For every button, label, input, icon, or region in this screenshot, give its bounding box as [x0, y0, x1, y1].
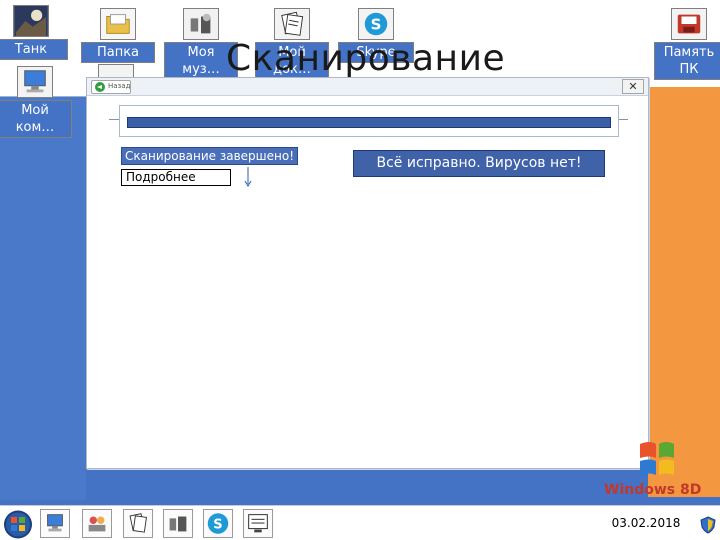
- taskbar-documents-button[interactable]: [123, 509, 153, 538]
- desktop-icon-label: Танк: [0, 39, 68, 60]
- desktop-icon-folder[interactable]: Папка: [81, 8, 155, 63]
- details-button[interactable]: Подробнее: [121, 169, 231, 186]
- back-button[interactable]: Назад: [91, 80, 131, 94]
- folder-icon: [100, 8, 136, 40]
- skype-icon: S: [358, 8, 394, 40]
- windows-brand-text: Windows 8D: [604, 482, 702, 498]
- documents-icon: [274, 8, 310, 40]
- left-connector: [109, 119, 119, 120]
- desktop-icon-label: Память ПК: [654, 42, 720, 80]
- svg-text:S: S: [213, 518, 222, 533]
- hidden-desktop-icon: [98, 64, 134, 78]
- start-button[interactable]: [2, 509, 34, 540]
- computer-icon: [17, 66, 53, 98]
- back-arrow-icon: [95, 82, 105, 92]
- music-icon: [183, 8, 219, 40]
- taskbar-music-button[interactable]: [163, 509, 193, 538]
- shield-icon[interactable]: [700, 516, 716, 534]
- scan-result: Всё исправно. Вирусов нет!: [353, 150, 605, 177]
- scan-window: Назад ✕ Сканирование завершено! Подробне…: [86, 77, 649, 469]
- window-icon: [248, 514, 268, 533]
- svg-text:S: S: [371, 16, 382, 34]
- music-icon: [169, 516, 187, 532]
- desktop-icon-computer[interactable]: Мой ком…: [0, 66, 72, 138]
- taskbar-skype-button[interactable]: S: [203, 509, 233, 538]
- documents-icon: [129, 513, 147, 533]
- taskbar: S 03.02.2018: [0, 505, 720, 540]
- tank-icon: [13, 5, 49, 37]
- desktop-icon-tank[interactable]: Танк: [0, 5, 68, 60]
- taskbar-window-button[interactable]: [243, 509, 273, 538]
- scan-status: Сканирование завершено!: [121, 147, 299, 165]
- window-titlebar: Назад ✕: [87, 78, 648, 96]
- computer-icon: [47, 514, 63, 532]
- people-icon: [88, 516, 106, 532]
- taskbar-computer-button[interactable]: [40, 509, 70, 538]
- right-connector: [618, 119, 628, 120]
- page-title: Сканирование: [226, 38, 506, 79]
- desktop-icon-memory[interactable]: Память ПК: [654, 8, 720, 80]
- skype-icon: S: [207, 513, 229, 534]
- down-arrow-icon: [244, 167, 252, 187]
- back-button-label: Назад: [108, 82, 131, 90]
- close-button[interactable]: ✕: [622, 79, 644, 94]
- desktop: Танк Папка Моя муз… Мой док… S Skype Пам…: [0, 0, 720, 540]
- desktop-icon-label: Папка: [81, 42, 155, 63]
- scan-progress-panel: [119, 105, 619, 137]
- taskbar-people-button[interactable]: [82, 509, 112, 538]
- progress-bar: [127, 117, 611, 128]
- memory-icon: [671, 8, 707, 40]
- desktop-orange-panel: [648, 87, 720, 497]
- windows-logo-icon: [640, 442, 674, 475]
- taskbar-clock[interactable]: 03.02.2018: [600, 516, 692, 530]
- desktop-icon-label: Мой ком…: [0, 100, 72, 138]
